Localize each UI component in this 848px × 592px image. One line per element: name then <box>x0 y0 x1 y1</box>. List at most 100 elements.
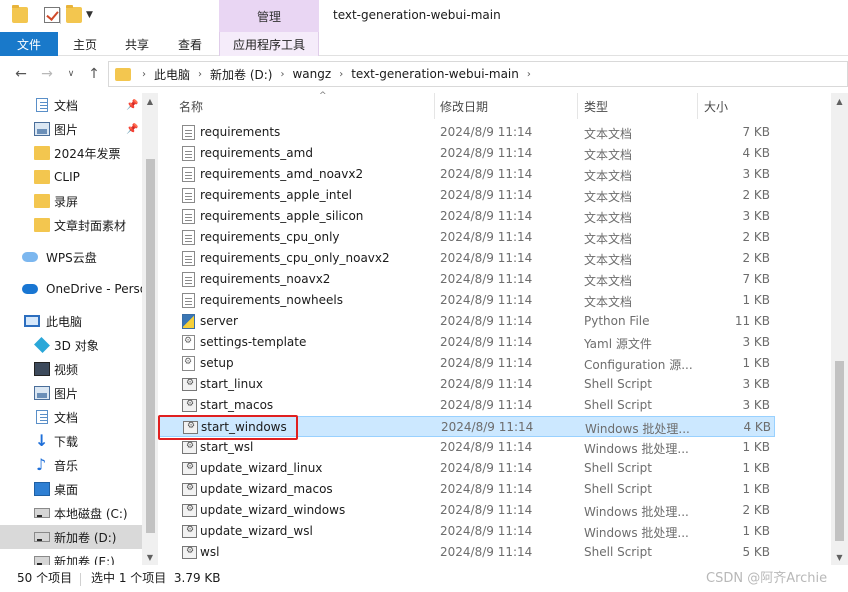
tab-file[interactable]: 文件 <box>0 32 58 56</box>
nav-item-3d-objects[interactable]: 3D 对象 <box>0 333 142 357</box>
nav-item-folder-covers[interactable]: 文章封面素材 <box>0 213 142 237</box>
nav-item-folder-invoices[interactable]: 2024年发票 <box>0 141 142 165</box>
text-file-icon <box>182 251 195 266</box>
breadcrumb-drive-d[interactable]: 新加卷 (D:) <box>210 66 272 83</box>
file-name: update_wizard_wsl <box>200 524 313 538</box>
column-header-name[interactable]: 名称 ^ <box>179 91 434 119</box>
file-date: 2024/8/9 11:14 <box>440 398 533 412</box>
file-list-scrollbar[interactable]: ▲ ▼ <box>831 93 848 565</box>
back-arrow-icon[interactable]: ← <box>12 65 30 83</box>
tab-manage[interactable]: 管理 <box>219 0 319 32</box>
file-row[interactable]: update_wizard_macos 2024/8/9 11:14 Shell S… <box>158 479 775 500</box>
recent-locations-chevron-icon[interactable]: ∨ <box>62 65 80 83</box>
file-row[interactable]: update_wizard_windows 2024/8/9 11:14 Windo… <box>158 500 775 521</box>
chevron-right-icon[interactable]: › <box>339 69 343 80</box>
nav-item-pictures[interactable]: 图片 📌 <box>0 117 142 141</box>
nav-item-videos[interactable]: 视频 <box>0 357 142 381</box>
nav-item-drive-c[interactable]: 本地磁盘 (C:) <box>0 501 142 525</box>
file-row[interactable]: update_wizard_wsl 2024/8/9 11:14 Windows 批… <box>158 521 775 542</box>
text-file-icon <box>182 167 195 182</box>
file-row[interactable]: server 2024/8/9 11:14 Python File 11 KB <box>158 311 775 332</box>
scroll-up-icon[interactable]: ▲ <box>831 93 848 109</box>
nav-pane-scrollbar[interactable]: ▲ ▼ <box>142 93 158 565</box>
nav-item-this-pc[interactable]: 此电脑 <box>0 309 142 333</box>
folder-icon <box>34 218 50 232</box>
file-row[interactable]: update_wizard_linux 2024/8/9 11:14 Shell S… <box>158 458 775 479</box>
scroll-up-icon[interactable]: ▲ <box>142 93 158 109</box>
file-type: 文本文档 <box>584 127 633 141</box>
folder-icon <box>34 146 50 160</box>
file-row[interactable]: requirements_apple_silicon 2024/8/9 11:14… <box>158 206 775 227</box>
column-header-date[interactable]: 修改日期 <box>440 93 575 119</box>
file-name: requirements_apple_silicon <box>200 209 364 223</box>
text-file-icon <box>182 230 195 245</box>
file-name: start_linux <box>200 377 263 391</box>
file-row[interactable]: requirements 2024/8/9 11:14 文本文档 7 KB <box>158 122 775 143</box>
file-type: 文本文档 <box>584 190 633 204</box>
file-row[interactable]: wsl 2024/8/9 11:14 Shell Script 5 KB <box>158 542 775 563</box>
file-row[interactable]: start_linux 2024/8/9 11:14 Shell Script 3 K… <box>158 374 775 395</box>
file-row[interactable]: start_macos 2024/8/9 11:14 Shell Script 3 K… <box>158 395 775 416</box>
column-divider[interactable] <box>577 93 578 119</box>
scroll-down-icon[interactable]: ▼ <box>142 549 158 565</box>
properties-check-icon[interactable] <box>44 7 60 23</box>
file-row[interactable]: start_wsl 2024/8/9 11:14 Windows 批处理... 1 K… <box>158 437 775 458</box>
nav-item-onedrive[interactable]: OneDrive - Perso <box>0 277 142 301</box>
text-file-icon <box>182 272 195 287</box>
forward-arrow-icon[interactable]: → <box>38 65 56 83</box>
file-type: 文本文档 <box>584 253 633 267</box>
nav-item-music[interactable]: ♪ 音乐 <box>0 453 142 477</box>
new-folder-icon[interactable] <box>66 5 82 23</box>
column-header-type[interactable]: 类型 <box>584 93 694 119</box>
file-date: 2024/8/9 11:14 <box>441 420 534 434</box>
address-bar[interactable]: › 此电脑 › 新加卷 (D:) › wangz › text-generati… <box>108 61 848 87</box>
breadcrumb-this-pc[interactable]: 此电脑 <box>154 66 190 83</box>
file-date: 2024/8/9 11:14 <box>440 440 533 454</box>
tab-home[interactable]: 主页 <box>62 32 108 56</box>
chevron-right-icon[interactable]: › <box>198 69 202 80</box>
scrollbar-thumb[interactable] <box>835 361 844 541</box>
nav-item-pictures-pc[interactable]: 图片 <box>0 381 142 405</box>
chevron-right-icon[interactable]: › <box>527 69 531 80</box>
column-header-size[interactable]: 大小 <box>704 93 774 119</box>
pin-icon[interactable]: 📌 <box>126 124 138 135</box>
tab-application-tools[interactable]: 应用程序工具 <box>219 32 319 56</box>
scrollbar-thumb[interactable] <box>146 159 155 533</box>
tab-view[interactable]: 查看 <box>167 32 213 56</box>
breadcrumb-wangz[interactable]: wangz <box>292 67 331 81</box>
column-divider[interactable] <box>697 93 698 119</box>
nav-item-folder-clip[interactable]: CLIP <box>0 165 142 189</box>
file-date: 2024/8/9 11:14 <box>440 545 533 559</box>
pin-icon[interactable]: 📌 <box>126 100 138 111</box>
chevron-right-icon[interactable]: › <box>142 69 146 80</box>
nav-item-drive-d[interactable]: 新加卷 (D:) <box>0 525 142 549</box>
scroll-down-icon[interactable]: ▼ <box>831 549 848 565</box>
nav-item-label: 音乐 <box>54 458 79 473</box>
file-row[interactable]: requirements_nowheels 2024/8/9 11:14 文本文档 1… <box>158 290 775 311</box>
breadcrumb-current-folder[interactable]: text-generation-webui-main <box>351 67 519 81</box>
file-row[interactable]: requirements_amd 2024/8/9 11:14 文本文档 4 KB <box>158 143 775 164</box>
file-row[interactable]: requirements_cpu_only_noavx2 2024/8/9 11:… <box>158 248 775 269</box>
nav-item-label: 3D 对象 <box>54 338 99 353</box>
nav-item-documents[interactable]: 文档 📌 <box>0 93 142 117</box>
nav-item-folder-recordings[interactable]: 录屏 <box>0 189 142 213</box>
nav-item-downloads[interactable]: ↓ 下载 <box>0 429 142 453</box>
nav-item-drive-e[interactable]: 新加卷 (E:) <box>0 549 142 565</box>
file-row[interactable]: requirements_apple_intel 2024/8/9 11:14 文本… <box>158 185 775 206</box>
tab-share[interactable]: 共享 <box>114 32 160 56</box>
file-row[interactable]: settings-template 2024/8/9 11:14 Yaml 源文件 3… <box>158 332 775 353</box>
file-row[interactable]: setup 2024/8/9 11:14 Configuration 源... 1 K… <box>158 353 775 374</box>
file-row[interactable]: requirements_amd_noavx2 2024/8/9 11:14 文本文… <box>158 164 775 185</box>
nav-item-wps-cloud[interactable]: WPS云盘 <box>0 245 142 269</box>
customize-quick-access-icon[interactable]: ▼ <box>86 10 93 20</box>
chevron-right-icon[interactable]: › <box>280 69 284 80</box>
up-arrow-icon[interactable]: ↑ <box>85 65 103 83</box>
nav-item-desktop[interactable]: 桌面 <box>0 477 142 501</box>
file-size: 3 KB <box>742 335 770 349</box>
column-divider[interactable] <box>434 93 435 119</box>
file-row[interactable]: requirements_noavx2 2024/8/9 11:14 文本文档 7 K… <box>158 269 775 290</box>
folder-icon <box>115 67 131 81</box>
folder-icon[interactable] <box>12 5 28 23</box>
nav-item-documents-pc[interactable]: 文档 <box>0 405 142 429</box>
file-row[interactable]: requirements_cpu_only 2024/8/9 11:14 文本文档 2… <box>158 227 775 248</box>
